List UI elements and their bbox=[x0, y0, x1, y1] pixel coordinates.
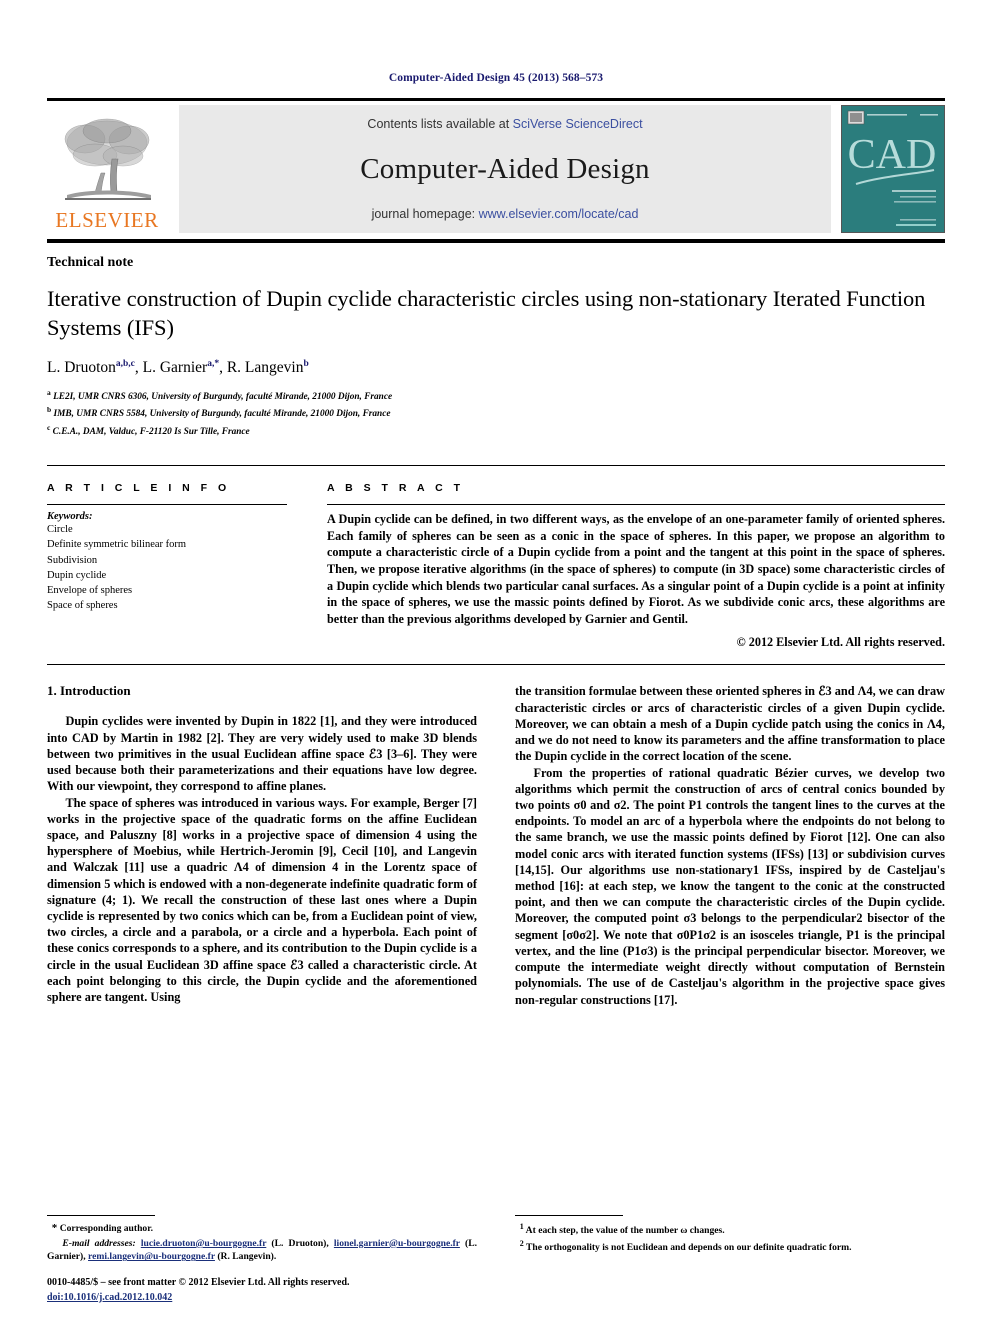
journal-title: Computer-Aided Design bbox=[360, 152, 650, 185]
homepage-prefix: journal homepage: bbox=[371, 207, 479, 221]
keyword-item: Space of spheres bbox=[47, 600, 118, 612]
keyword-item: Circle bbox=[47, 524, 73, 536]
journal-cover-thumbnail: CAD bbox=[841, 105, 945, 233]
keyword-item: Subdivision bbox=[47, 554, 98, 566]
email-addresses-note: E-mail addresses: lucie.druoton@u-bourgo… bbox=[47, 1237, 478, 1263]
running-head: Computer-Aided Design 45 (2013) 568–573 bbox=[388, 72, 604, 84]
article-info-rule bbox=[47, 504, 287, 506]
corresponding-author-marker: * bbox=[51, 1222, 58, 1235]
footnote-1-text: At each step, the value of the number ω … bbox=[525, 1225, 725, 1237]
body-column-right: the transition formulae between these or… bbox=[515, 683, 945, 1007]
sciencedirect-link[interactable]: SciVerse ScienceDirect bbox=[513, 117, 643, 131]
email-addresses-label: E-mail addresses: bbox=[62, 1237, 136, 1249]
email-person-langevin: (R. Langevin) bbox=[217, 1251, 274, 1263]
author-name-2: L. Garnier bbox=[142, 358, 208, 376]
email-link-garnier[interactable]: lionel.garnier@u-bourgogne.fr bbox=[334, 1238, 460, 1249]
body-columns: 1. Introduction Dupin cyclides were inve… bbox=[47, 683, 945, 1007]
affiliation-text-b: IMB, UMR CNRS 5584, University of Burgun… bbox=[53, 409, 391, 420]
author-name-3: R. Langevin bbox=[226, 358, 304, 376]
keyword-item: Dupin cyclide bbox=[47, 569, 107, 581]
keyword-item: Envelope of spheres bbox=[47, 585, 133, 597]
issn-text: 0010-4485/$ – see front matter © 2012 El… bbox=[47, 1277, 350, 1288]
author-list: L. Druotona,b,c, L. Garniera,*, R. Lange… bbox=[47, 358, 309, 376]
contents-prefix: Contents lists available at bbox=[367, 117, 513, 131]
email-link-druoton[interactable]: lucie.druoton@u-bourgogne.fr bbox=[141, 1238, 266, 1249]
abstract-rule bbox=[327, 504, 945, 506]
title-block: Technical note Iterative construction of… bbox=[47, 255, 945, 439]
body-column-left: 1. Introduction Dupin cyclides were inve… bbox=[47, 683, 477, 1007]
article-type-kicker: Technical note bbox=[47, 255, 134, 270]
affiliation-mark-a: a bbox=[47, 387, 51, 397]
keyword-item: Definite symmetric bilinear form bbox=[47, 539, 187, 551]
paper-page: Computer-Aided Design 45 (2013) 568–573 bbox=[0, 0, 992, 1323]
abstract-copyright: © 2012 Elsevier Ltd. All rights reserved… bbox=[736, 635, 945, 650]
email-link-langevin[interactable]: remi.langevin@u-bourgogne.fr bbox=[88, 1251, 215, 1262]
info-abstract-band: A R T I C L E I N F O Keywords: Circle D… bbox=[47, 465, 945, 650]
footnote-2-number: 2 bbox=[519, 1238, 524, 1248]
email-person-druoton: (L. Druoton) bbox=[271, 1237, 327, 1249]
affiliation-text-c: C.E.A., DAM, Valduc, F-21120 Is Sur Till… bbox=[52, 426, 250, 437]
affiliation-c: c C.E.A., DAM, Valduc, F-21120 Is Sur Ti… bbox=[47, 422, 945, 440]
abstract-column: A B S T R A C T A Dupin cyclide can be d… bbox=[327, 482, 945, 650]
affiliation-a: a LE2I, UMR CNRS 6306, University of Bur… bbox=[47, 387, 945, 405]
doi-link[interactable]: doi:10.1016/j.cad.2012.10.042 bbox=[47, 1292, 172, 1303]
masthead-bottom-rule bbox=[47, 239, 945, 243]
keywords-label: Keywords: bbox=[47, 511, 93, 523]
affiliation-list: a LE2I, UMR CNRS 6306, University of Bur… bbox=[47, 387, 945, 440]
corresponding-author-note: * Corresponding author. bbox=[47, 1221, 477, 1237]
footnote-1-number: 1 bbox=[519, 1222, 524, 1232]
info-abstract-bottom-rule bbox=[47, 664, 945, 666]
footnote-column-right: 1 At each step, the value of the number … bbox=[515, 1215, 945, 1305]
elsevier-tree-icon bbox=[64, 118, 151, 200]
abstract-heading: A B S T R A C T bbox=[327, 482, 464, 495]
affiliation-text-a: LE2I, UMR CNRS 6306, University of Burgu… bbox=[53, 391, 393, 402]
author-marks-3: b bbox=[303, 358, 309, 369]
cover-artwork: CAD bbox=[842, 106, 944, 232]
elsevier-logo: ELSEVIER bbox=[47, 105, 167, 233]
page-title: Iterative construction of Dupin cyclide … bbox=[47, 286, 926, 340]
paragraph: Dupin cyclides were invented by Dupin in… bbox=[47, 714, 477, 794]
masthead: ELSEVIER Contents lists available at Sci… bbox=[47, 98, 945, 233]
elsevier-wordmark: ELSEVIER bbox=[55, 208, 159, 232]
footnote-rule-left bbox=[47, 1215, 155, 1217]
abstract-text: A Dupin cyclide can be defined, in two d… bbox=[327, 512, 945, 626]
corresponding-author-text: Corresponding author. bbox=[59, 1223, 153, 1235]
footnote-1: 1 At each step, the value of the number … bbox=[515, 1221, 945, 1238]
paragraph: From the properties of rational quadrati… bbox=[515, 765, 945, 1007]
journal-homepage-link[interactable]: www.elsevier.com/locate/cad bbox=[479, 207, 639, 221]
journal-homepage-line: journal homepage: www.elsevier.com/locat… bbox=[372, 207, 639, 221]
issn-front-matter-line: 0010-4485/$ – see front matter © 2012 El… bbox=[47, 1276, 477, 1305]
affiliation-b: b IMB, UMR CNRS 5584, University of Burg… bbox=[47, 404, 945, 422]
footnote-2: 2 The orthogonality is not Euclidean and… bbox=[515, 1238, 945, 1255]
author-marks-2: a,* bbox=[207, 358, 220, 369]
affiliation-mark-c: c bbox=[47, 422, 51, 432]
contents-lists-line: Contents lists available at SciVerse Sci… bbox=[367, 117, 642, 131]
article-info-column: A R T I C L E I N F O Keywords: Circle D… bbox=[47, 482, 287, 650]
paragraph: The space of spheres was introduced in v… bbox=[47, 795, 477, 1005]
paragraph: the transition formulae between these or… bbox=[515, 684, 946, 764]
footnote-band: * Corresponding author. E-mail addresses… bbox=[47, 1215, 945, 1305]
author-marks-1: a,b,c bbox=[115, 358, 135, 369]
article-info-heading: A R T I C L E I N F O bbox=[47, 482, 231, 495]
footnote-2-text: The orthogonality is not Euclidean and d… bbox=[526, 1242, 852, 1254]
section-heading-introduction: 1. Introduction bbox=[47, 683, 131, 699]
footnote-rule-right bbox=[515, 1215, 623, 1217]
journal-banner: Contents lists available at SciVerse Sci… bbox=[179, 105, 831, 233]
affiliation-mark-b: b bbox=[47, 405, 52, 415]
footnote-column-left: * Corresponding author. E-mail addresses… bbox=[47, 1215, 477, 1305]
author-name-1: L. Druoton bbox=[47, 358, 116, 376]
